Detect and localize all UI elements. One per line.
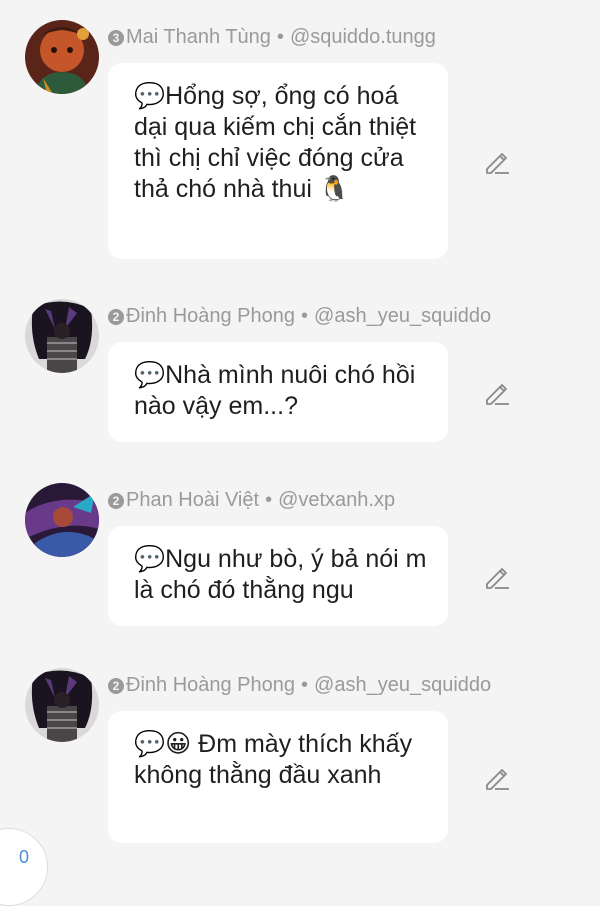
- author-name[interactable]: Đinh Hoàng Phong: [126, 305, 295, 327]
- avatar[interactable]: [25, 668, 99, 742]
- author-handle[interactable]: @squiddo.tungg: [290, 26, 436, 48]
- author-name[interactable]: Mai Thanh Tùng: [126, 26, 271, 48]
- counter-value: 0: [19, 847, 30, 867]
- comment-bubble: 💬Nhà mình nuôi chó hồi nào vậy em...?: [108, 342, 448, 442]
- comment-meta: 3 Mai Thanh Tùng • @squiddo.tungg: [108, 25, 436, 49]
- rank-badge: 3: [108, 30, 124, 46]
- separator: •: [265, 489, 273, 511]
- separator: •: [301, 674, 309, 696]
- comment-bubble: 💬Hổng sợ, ổng có hoá dại qua kiếm chị cắ…: [108, 63, 448, 259]
- author-name[interactable]: Đinh Hoàng Phong: [126, 674, 295, 696]
- comment-meta: 2 Đinh Hoàng Phong • @ash_yeu_squiddo: [108, 673, 491, 697]
- pencil-icon[interactable]: [483, 378, 511, 406]
- comment-counter-button[interactable]: 0: [0, 828, 48, 906]
- separator: •: [276, 26, 284, 48]
- author-name[interactable]: Phan Hoài Việt: [126, 489, 259, 511]
- pencil-icon[interactable]: [483, 763, 511, 791]
- comment-meta: 2 Phan Hoài Việt • @vetxanh.xp: [108, 488, 395, 512]
- comment-meta: 2 Đinh Hoàng Phong • @ash_yeu_squiddo: [108, 304, 491, 328]
- avatar[interactable]: [25, 20, 99, 94]
- pencil-icon[interactable]: [483, 147, 511, 175]
- rank-badge: 2: [108, 493, 124, 509]
- author-handle[interactable]: @vetxanh.xp: [278, 489, 395, 511]
- rank-badge: 2: [108, 678, 124, 694]
- author-handle[interactable]: @ash_yeu_squiddo: [314, 674, 491, 696]
- comment-bubble: 💬Ngu như bò, ý bả nói m là chó đó thằng …: [108, 526, 448, 626]
- author-handle[interactable]: @ash_yeu_squiddo: [314, 305, 491, 327]
- comment-bubble: 💬😀 Đm mày thích khấy không thằng đầu xan…: [108, 711, 448, 843]
- separator: •: [301, 305, 309, 327]
- pencil-icon[interactable]: [483, 562, 511, 590]
- rank-badge: 2: [108, 309, 124, 325]
- avatar[interactable]: [25, 483, 99, 557]
- avatar[interactable]: [25, 299, 99, 373]
